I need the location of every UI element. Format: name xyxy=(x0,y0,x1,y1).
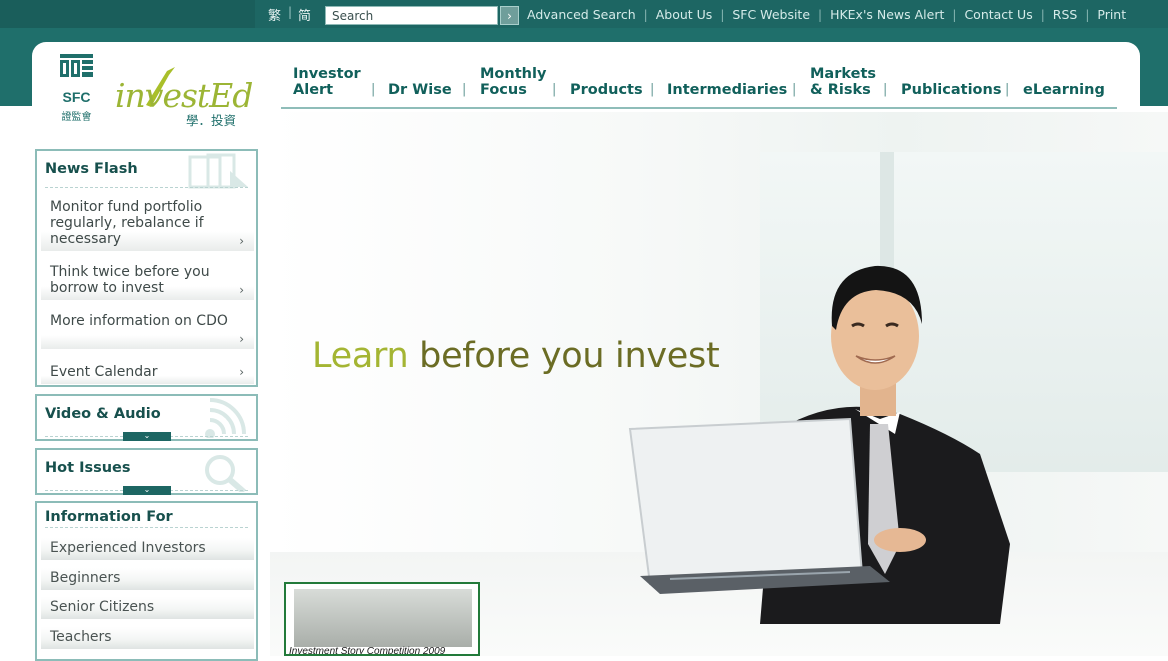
news-flash-divider xyxy=(45,187,248,188)
competition-banner-caption: Investment Story Competition 2009 xyxy=(289,646,446,656)
contact-us-link[interactable]: Contact Us xyxy=(964,7,1032,22)
link-separator: | xyxy=(643,7,648,22)
link-separator: | xyxy=(1085,7,1090,22)
nav-publications[interactable]: Publications xyxy=(901,82,1001,98)
news-item-text: More information on CDO xyxy=(50,313,228,329)
nav-intermediaries-line2: Intermediaries xyxy=(667,82,788,98)
nav-dr-wise[interactable]: Dr Wise xyxy=(388,82,452,98)
invested-logo[interactable]: investEd 學．投資 xyxy=(113,63,253,127)
nav-separator: | xyxy=(462,82,467,97)
news-item-text: Think twice before you borrow to invest xyxy=(50,264,210,296)
nav-dr-wise-line2: Dr Wise xyxy=(388,82,452,98)
advanced-search-link[interactable]: Advanced Search xyxy=(527,7,636,22)
chevron-right-icon: › xyxy=(239,234,244,248)
link-separator: | xyxy=(952,7,957,22)
rss-link[interactable]: RSS xyxy=(1053,7,1078,22)
investment-story-competition-banner[interactable]: Investment Story Competition 2009 xyxy=(284,582,480,656)
invested-logo-text: investEd xyxy=(115,76,252,115)
hkex-news-alert-link[interactable]: HKEx's News Alert xyxy=(830,7,944,22)
nav-investor-alert[interactable]: Investor Alert xyxy=(293,66,361,98)
main-navigation: Investor Alert | Dr Wise | Monthly Focus… xyxy=(281,66,1117,109)
nav-products-line2: Products xyxy=(570,82,643,98)
nav-monthly-focus-line1: Monthly xyxy=(480,66,547,82)
nav-monthly-focus-line2: Focus xyxy=(480,82,527,98)
invested-logo-chinese: 學．投資 xyxy=(186,113,236,127)
video-audio-title: Video & Audio xyxy=(45,406,161,422)
news-item[interactable]: Monitor fund portfolio regularly, rebala… xyxy=(41,199,254,251)
hot-issues-box[interactable]: Hot Issues ⌄ xyxy=(35,448,258,495)
chevron-down-icon: ⌄ xyxy=(143,431,151,440)
news-flash-box: News Flash Monitor fund portfolio regula… xyxy=(35,149,258,387)
link-separator: | xyxy=(818,7,823,22)
link-separator: | xyxy=(720,7,725,22)
nav-separator: | xyxy=(371,82,376,97)
utility-links: Advanced Search | About Us | SFC Website… xyxy=(527,7,1126,22)
sfc-logo-chinese: 證監會 xyxy=(62,110,92,123)
information-for-title: Information For xyxy=(45,509,173,525)
hero-tagline-learn: Learn xyxy=(312,336,409,376)
nav-products[interactable]: Products xyxy=(570,82,643,98)
lang-simplified-chinese-link[interactable]: 简 xyxy=(298,5,311,24)
news-item[interactable]: More information on CDO › xyxy=(41,313,254,349)
sfc-logo-text: SFC xyxy=(63,89,91,105)
lang-traditional-chinese-link[interactable]: 繁 xyxy=(268,5,281,24)
information-for-divider xyxy=(45,527,248,528)
info-item-senior-citizens[interactable]: Senior Citizens xyxy=(41,597,254,619)
expand-tab[interactable]: ⌄ xyxy=(123,432,171,441)
news-item-text: Monitor fund portfolio regularly, rebala… xyxy=(50,199,204,247)
nav-elearning[interactable]: eLearning xyxy=(1023,82,1105,98)
nav-investor-alert-line1: Investor xyxy=(293,66,361,82)
hero-banner[interactable]: Learn before you invest xyxy=(270,112,1168,656)
nav-separator: | xyxy=(552,82,557,97)
sfc-website-link[interactable]: SFC Website xyxy=(732,7,810,22)
chevron-right-icon: › xyxy=(239,365,244,379)
sound-wave-icon xyxy=(205,398,246,438)
hot-issues-title: Hot Issues xyxy=(45,460,131,476)
nav-elearning-line2: eLearning xyxy=(1023,82,1105,98)
info-item-teachers[interactable]: Teachers xyxy=(41,627,254,649)
news-flash-icon xyxy=(188,153,248,189)
hero-person-with-laptop-image xyxy=(628,265,1010,624)
nav-investor-alert-line2: Alert xyxy=(293,82,334,98)
top-utility-bar-left xyxy=(0,0,255,28)
nav-markets-risks-line1: Markets xyxy=(810,66,877,82)
search-input[interactable]: Search xyxy=(325,6,498,25)
news-item[interactable]: Event Calendar › xyxy=(41,362,254,384)
nav-intermediaries[interactable]: Intermediaries xyxy=(667,82,787,98)
chevron-down-icon: ⌄ xyxy=(143,485,151,494)
nav-markets-risks[interactable]: Markets & Risks xyxy=(810,66,876,98)
lang-separator: | xyxy=(288,5,293,19)
link-separator: | xyxy=(1040,7,1045,22)
news-item[interactable]: Think twice before you borrow to invest … xyxy=(41,264,254,300)
info-item-experienced-investors[interactable]: Experienced Investors xyxy=(41,538,254,560)
nav-monthly-focus[interactable]: Monthly Focus xyxy=(480,66,546,98)
nav-markets-risks-line2: & Risks xyxy=(810,82,871,98)
nav-separator: | xyxy=(792,82,797,97)
nav-separator: | xyxy=(650,82,655,97)
info-item-beginners[interactable]: Beginners xyxy=(41,568,254,590)
nav-separator: | xyxy=(883,82,888,97)
print-link[interactable]: Print xyxy=(1097,7,1126,22)
magnifier-icon xyxy=(205,455,246,492)
video-audio-box[interactable]: Video & Audio ⌄ xyxy=(35,394,258,441)
search-go-button[interactable]: › xyxy=(500,6,519,25)
nav-separator: | xyxy=(1005,82,1010,97)
chevron-right-icon: › xyxy=(239,283,244,297)
information-for-box: Information For Experienced Investors Be… xyxy=(35,501,258,661)
competition-banner-image xyxy=(294,589,472,647)
news-item-text: Event Calendar xyxy=(50,364,158,380)
news-flash-title: News Flash xyxy=(45,161,138,177)
sfc-logo[interactable]: SFC 證監會 xyxy=(60,54,93,124)
about-us-link[interactable]: About Us xyxy=(656,7,713,22)
nav-publications-line2: Publications xyxy=(901,82,1002,98)
chevron-right-icon: › xyxy=(239,332,244,346)
expand-tab[interactable]: ⌄ xyxy=(123,486,171,495)
